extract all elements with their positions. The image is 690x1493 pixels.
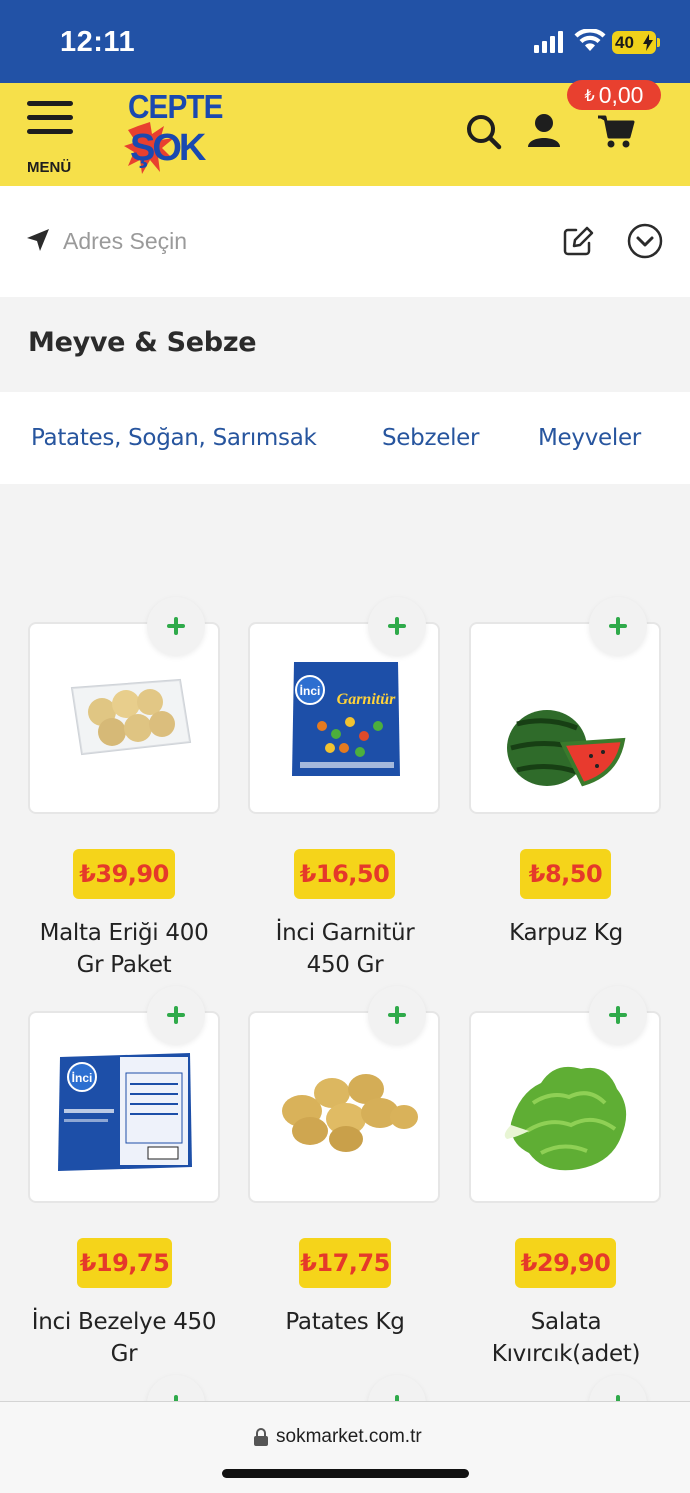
browser-url-bar[interactable]: sokmarket.com.tr — [0, 1401, 690, 1493]
cart-total-value: 0,00 — [598, 82, 644, 108]
address-bar[interactable]: Adres Seçin — [0, 186, 690, 297]
category-title: Meyve & Sebze — [28, 327, 257, 358]
product-price: ₺17,75 — [299, 1238, 391, 1288]
product-name-line1: Salata — [530, 1309, 602, 1335]
product-name[interactable]: Karpuz Kg — [456, 917, 676, 949]
cepte-sok-logo[interactable]: CEPTE ŞOK — [124, 86, 224, 178]
menu-label: MENÜ — [27, 159, 72, 176]
add-to-cart-button[interactable] — [589, 986, 647, 1044]
subcategory-patates[interactable]: Patates, Soğan, Sarımsak — [31, 425, 317, 451]
bezelye-package-image: İnci — [58, 1053, 192, 1171]
add-to-cart-button[interactable] — [147, 986, 205, 1044]
garnitur-package-image: İnci Garnitür — [292, 662, 400, 776]
product-name-line1: İnci Garnitür — [275, 920, 415, 946]
product-name-line2: Gr — [110, 1341, 138, 1367]
add-to-cart-button[interactable] — [589, 597, 647, 655]
svg-text:Garnitür: Garnitür — [337, 691, 396, 708]
subcategory-meyveler[interactable]: Meyveler — [538, 425, 641, 451]
product-name-line2: 450 Gr — [306, 952, 384, 978]
hamburger-icon-bar — [27, 115, 73, 120]
potato-image — [282, 1074, 418, 1152]
cellular-signal-icon — [534, 31, 563, 53]
url-text: sokmarket.com.tr — [276, 1426, 422, 1447]
add-to-cart-button[interactable] — [147, 597, 205, 655]
add-to-cart-button[interactable] — [368, 986, 426, 1044]
cart-total-badge[interactable]: ₺ 0,00 — [567, 80, 661, 110]
product-name[interactable]: Malta Eriği 400 Gr Paket — [14, 917, 234, 981]
lock-icon — [254, 1428, 268, 1446]
product-name[interactable]: Patates Kg — [235, 1306, 455, 1338]
wifi-icon — [574, 29, 606, 51]
home-indicator[interactable] — [222, 1469, 469, 1478]
product-image-inci-bezelye[interactable]: İnci — [28, 1011, 220, 1203]
search-icon[interactable] — [463, 111, 503, 151]
status-bar: 12:11 40 — [0, 0, 690, 83]
hamburger-icon — [27, 101, 73, 106]
product-name[interactable]: İnci Garnitür 450 Gr — [235, 917, 455, 981]
battery-level: 40 — [615, 33, 634, 52]
product-price: ₺8,50 — [520, 849, 611, 899]
svg-text:İnci: İnci — [300, 683, 321, 698]
lettuce-image — [504, 1066, 627, 1171]
product-name[interactable]: Salata Kıvırcık(adet) — [456, 1306, 676, 1370]
product-name-line2: Gr Paket — [76, 952, 172, 978]
product-price: ₺16,50 — [294, 849, 395, 899]
product-image-malta-erigi[interactable] — [28, 622, 220, 814]
product-price: ₺19,75 — [77, 1238, 172, 1288]
product-name-line1: Patates Kg — [285, 1309, 405, 1335]
product-price: ₺39,90 — [73, 849, 175, 899]
menu-button[interactable]: MENÜ — [26, 99, 80, 176]
cart-icon[interactable] — [596, 111, 636, 151]
subcategory-tabs: Patates, Soğan, Sarımsak Sebzeler Meyvel… — [0, 392, 690, 484]
plum-package-image — [70, 678, 192, 756]
product-name-line2: Kıvırcık(adet) — [491, 1341, 641, 1367]
product-price: ₺29,90 — [515, 1238, 616, 1288]
edit-icon[interactable] — [562, 225, 594, 257]
product-name-line1: Karpuz Kg — [509, 920, 623, 946]
battery-icon: 40 — [612, 31, 656, 54]
status-time: 12:11 — [60, 26, 136, 58]
add-to-cart-button[interactable] — [368, 597, 426, 655]
battery-tip — [657, 38, 660, 47]
logo-burst-icon: ŞOK — [124, 122, 210, 174]
hamburger-icon-bar — [27, 129, 73, 134]
logo-text-bottom: ŞOK — [130, 127, 207, 169]
address-placeholder: Adres Seçin — [63, 228, 188, 254]
chevron-down-icon[interactable] — [627, 223, 663, 259]
svg-text:İnci: İnci — [72, 1070, 93, 1085]
product-name[interactable]: İnci Bezelye 450 Gr — [14, 1306, 234, 1370]
location-arrow-icon — [27, 229, 49, 251]
subcategory-sebzeler[interactable]: Sebzeler — [382, 425, 479, 451]
watermelon-image — [507, 710, 626, 787]
user-icon[interactable] — [524, 111, 564, 151]
product-name-line1: Malta Eriği 400 — [39, 920, 209, 946]
product-name-line1: İnci Bezelye 450 — [31, 1309, 217, 1335]
currency-symbol: ₺ — [584, 88, 595, 105]
